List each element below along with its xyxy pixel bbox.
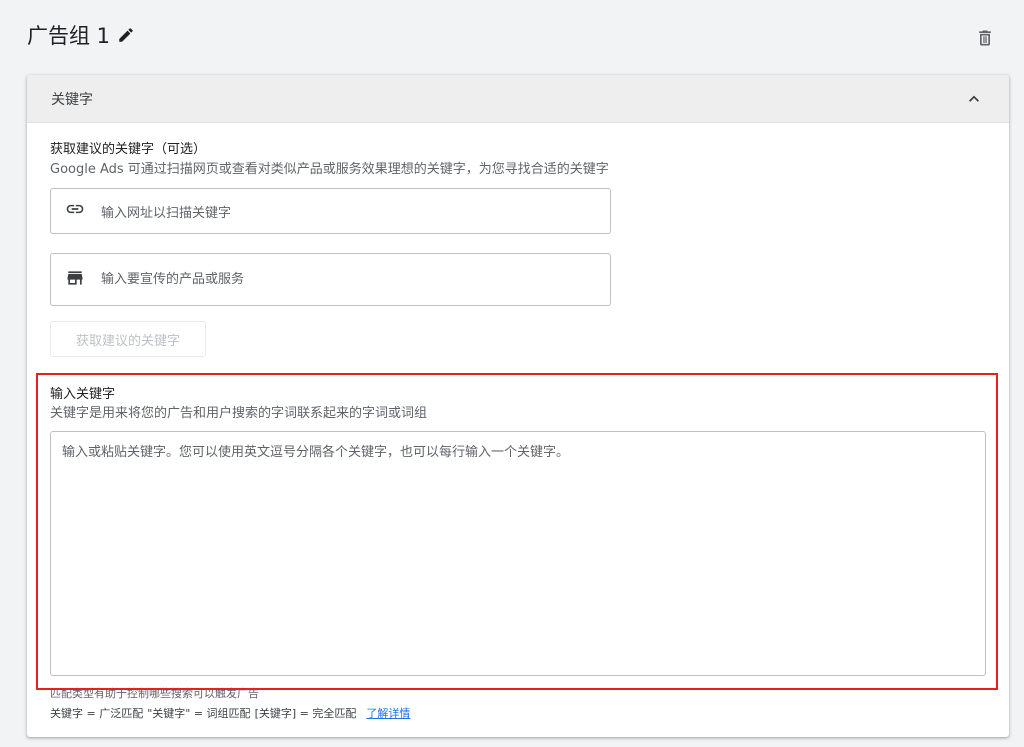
pencil-icon[interactable] — [116, 25, 136, 45]
suggest-section-subtitle: Google Ads 可通过扫描网页或查看对类似产品或服务效果理想的关键字，为您… — [50, 162, 609, 177]
match-broad: 关键字 = 广泛匹配 — [50, 707, 144, 720]
match-type-note: 匹配类型有助于控制哪些搜索可以触发广告 — [50, 687, 259, 700]
match-phrase: "关键字" = 词组匹配 — [147, 707, 251, 720]
ad-group-title: 广告组 1 — [27, 24, 111, 48]
get-suggested-keywords-button[interactable]: 获取建议的关键字 — [50, 321, 206, 357]
url-input-placeholder: 输入网址以扫描关键字 — [101, 205, 232, 221]
learn-more-link[interactable]: 了解详情 — [366, 705, 410, 721]
url-input[interactable]: 输入网址以扫描关键字 — [50, 188, 611, 234]
keywords-card: 关键字 获取建议的关键字（可选） Google Ads 可通过扫描网页或查看对类… — [27, 75, 1009, 737]
product-input-placeholder: 输入要宣传的产品或服务 — [101, 272, 245, 287]
match-type-legend: 关键字 = 广泛匹配 "关键字" = 词组匹配 [关键字] = 完全匹配 了解详… — [50, 705, 410, 721]
keywords-section-title: 输入关键字 — [50, 387, 116, 402]
suggest-section-title: 获取建议的关键字（可选） — [50, 142, 207, 157]
match-exact: [关键字] = 完全匹配 — [254, 707, 357, 720]
trash-icon[interactable] — [975, 28, 995, 48]
keywords-card-header[interactable]: 关键字 — [27, 75, 1009, 123]
keywords-textarea-placeholder: 输入或粘贴关键字。您可以使用英文逗号分隔各个关键字，也可以每行输入一个关键字。 — [62, 445, 570, 460]
keywords-textarea[interactable]: 输入或粘贴关键字。您可以使用英文逗号分隔各个关键字，也可以每行输入一个关键字。 — [50, 431, 986, 676]
storefront-icon — [65, 268, 85, 292]
product-input[interactable]: 输入要宣传的产品或服务 — [50, 253, 611, 306]
link-icon — [65, 199, 85, 223]
ad-group-title-row: 广告组 1 — [27, 20, 136, 50]
keywords-section-subtitle: 关键字是用来将您的广告和用户搜索的字词联系起来的字词或词组 — [50, 406, 428, 421]
chevron-up-icon[interactable] — [964, 89, 984, 109]
card-header-label: 关键字 — [51, 91, 93, 108]
